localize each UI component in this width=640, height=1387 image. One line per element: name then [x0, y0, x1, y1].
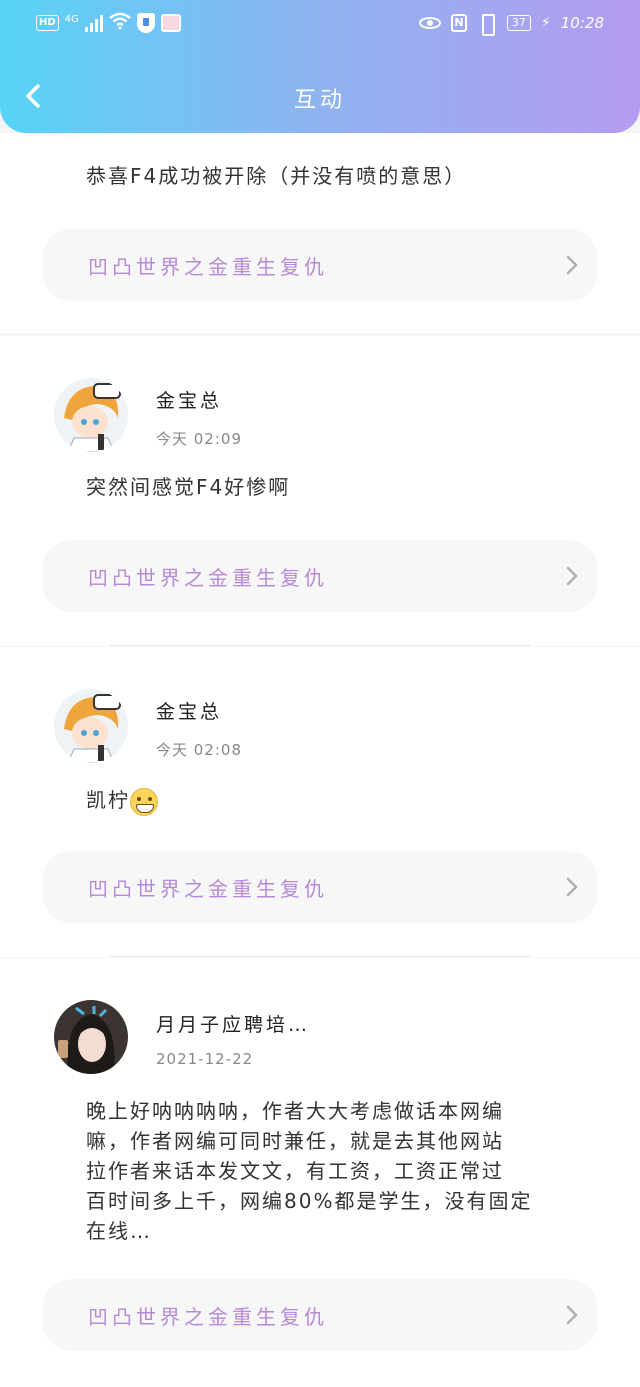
post-card: 恭喜F4成功被开除（并没有喷的意思） 凹凸世界之金重生复仇 — [0, 133, 640, 333]
signal-icon — [84, 14, 103, 32]
post-card: 金宝总 今天 02:09 突然间感觉F4好惨啊 凹凸世界之金重生复仇 — [0, 336, 640, 646]
avatar[interactable] — [54, 689, 128, 763]
post-card: 金宝总 今天 02:08 凯柠 凹凸世界之金重生复仇 — [0, 647, 640, 957]
user-name[interactable]: 金宝总 — [156, 697, 222, 724]
novel-link[interactable]: 凹凸世界之金重生复仇 — [42, 1279, 598, 1351]
gift-icon — [160, 14, 181, 32]
novel-link[interactable]: 凹凸世界之金重生复仇 — [42, 540, 598, 612]
divider — [110, 956, 530, 957]
battery-icon: 37 — [506, 15, 531, 31]
chevron-right-icon — [566, 255, 578, 275]
post-time: 今天 02:08 — [156, 741, 242, 759]
avatar-image — [54, 378, 128, 452]
avatar[interactable] — [54, 1000, 128, 1074]
novel-link-label: 凹凸世界之金重生复仇 — [88, 1305, 328, 1329]
post-card: 月月子应聘培… 2021-12-22 晚上好呐呐呐呐，作者大大考虑做话本网编 嘛… — [0, 958, 640, 1387]
novel-link[interactable]: 凹凸世界之金重生复仇 — [42, 229, 598, 301]
top-header: HD 4G N 37 ⚡ 10:28 互动 — [0, 0, 640, 133]
chevron-right-icon — [566, 1305, 578, 1325]
post-line: 在线… — [86, 1219, 152, 1243]
post-content: 恭喜F4成功被开除（并没有喷的意思） — [86, 164, 467, 188]
post-line: 拉作者来话本发文文，有工资，工资正常过 — [86, 1159, 504, 1183]
status-time: 10:28 — [560, 14, 604, 32]
post-line: 嘛，作者网编可同时兼任，就是去其他网站 — [86, 1129, 504, 1153]
novel-link-label: 凹凸世界之金重生复仇 — [88, 566, 328, 590]
avatar[interactable] — [54, 378, 128, 452]
post-line: 晚上好呐呐呐呐，作者大大考虑做话本网编 — [86, 1099, 504, 1123]
post-time: 今天 02:09 — [156, 430, 242, 448]
network-type: 4G — [64, 13, 79, 25]
novel-link-label: 凹凸世界之金重生复仇 — [88, 877, 328, 901]
avatar-image — [54, 689, 128, 763]
post-time: 2021-12-22 — [156, 1050, 254, 1068]
divider — [110, 645, 530, 646]
vibrate-icon — [477, 14, 497, 36]
post-line: 百时间多上千，网编80%都是学生，没有固定 — [86, 1189, 533, 1213]
post-content: 晚上好呐呐呐呐，作者大大考虑做话本网编 嘛，作者网编可同时兼任，就是去其他网站 … — [86, 1096, 532, 1246]
grin-emoji-icon — [130, 787, 158, 816]
avatar-image — [54, 1000, 128, 1074]
novel-link[interactable]: 凹凸世界之金重生复仇 — [42, 851, 598, 923]
wifi-icon — [109, 12, 131, 34]
post-content: 凯柠 — [86, 785, 158, 816]
eye-icon — [418, 17, 441, 29]
charging-icon: ⚡ — [540, 15, 551, 31]
post-content: 突然间感觉F4好惨啊 — [86, 475, 291, 499]
post-text: 凯柠 — [86, 788, 130, 812]
user-name[interactable]: 金宝总 — [156, 386, 222, 413]
user-name[interactable]: 月月子应聘培… — [156, 1010, 310, 1037]
hd-badge: HD — [36, 15, 59, 31]
shield-icon — [136, 13, 155, 33]
novel-link-label: 凹凸世界之金重生复仇 — [88, 255, 328, 279]
nfc-icon: N — [450, 14, 467, 32]
chevron-right-icon — [566, 566, 578, 586]
status-bar: HD 4G N 37 ⚡ 10:28 — [0, 0, 640, 48]
page-title: 互动 — [293, 88, 346, 113]
chevron-right-icon — [566, 877, 578, 897]
